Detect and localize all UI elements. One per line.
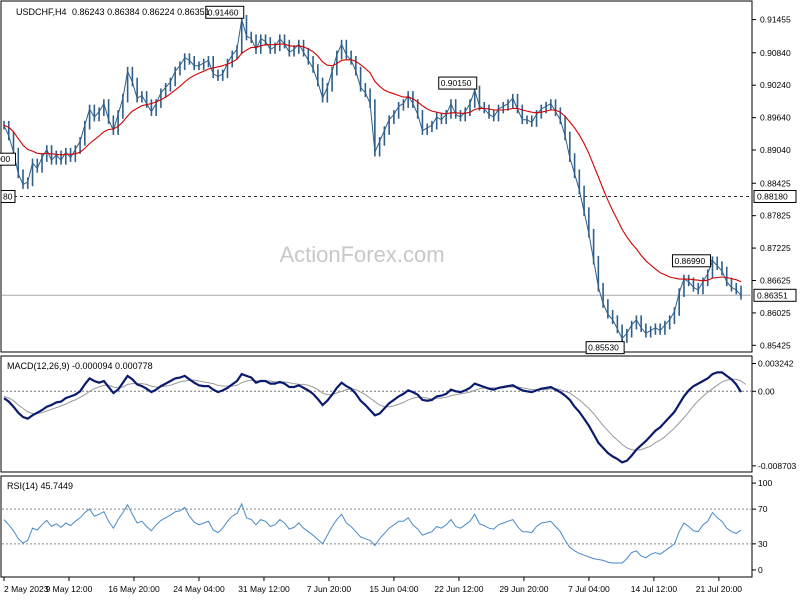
time-tick-label: 15 Jun 04:00: [369, 584, 418, 594]
annotation-label: 0.86990: [674, 256, 705, 266]
macd-series: [2, 371, 752, 464]
price-tick-label: 0.89040: [760, 145, 791, 155]
annotation-label: 0.90150: [441, 78, 472, 88]
watermark: ActionForex.com: [279, 242, 444, 267]
price-tick-label: 0.85425: [760, 340, 791, 350]
price-tick-label: 0.88425: [760, 178, 791, 188]
time-tick-label: 29 Jun 20:00: [499, 584, 548, 594]
time-tick-label: 24 May 04:00: [173, 584, 225, 594]
time-tick-label: 22 Jun 12:00: [434, 584, 483, 594]
price-close-line: [3, 19, 742, 340]
time-tick-label: 9 May 12:00: [46, 584, 93, 594]
last-price-label: 0.86351: [757, 290, 788, 300]
symbol-label: USDCHF,H4 0.86243 0.86384 0.86224 0.8635…: [16, 7, 210, 17]
price-tick-label: 0.86025: [760, 308, 791, 318]
rsi-tick-label: 30: [758, 539, 768, 549]
annotation-label: 0.91460: [208, 7, 239, 17]
macd-tick-label: 0.003242: [758, 358, 794, 368]
time-tick-label: 2 May 2023: [4, 584, 49, 594]
support-level-label: 0.88180: [757, 191, 788, 201]
time-axis-ticks: 2 May 20239 May 12:00 16 May 20:00 24 May …: [3, 577, 743, 594]
price-tick-label: 0.90240: [760, 80, 791, 90]
price-tick-label: 0.89640: [760, 113, 791, 123]
macd-tick-label: -0.008703: [758, 461, 797, 471]
price-series: [3, 14, 742, 343]
macd-label: MACD(12,26,9) -0.000094 0.000778: [7, 361, 153, 371]
rsi-label: RSI(14) 45.7449: [7, 481, 73, 491]
annotation-label: 0.89000: [0, 154, 11, 164]
annotation-label: 0.85530: [588, 343, 619, 353]
support-level-left-label: 80: [3, 191, 13, 201]
chart-canvas: ActionForex.com 0.91455 0.90840 0.90240 0.8…: [0, 0, 797, 594]
macd-tick-label: 0.00: [758, 386, 775, 396]
price-tick-label: 0.87825: [760, 211, 791, 221]
forex-chart: ActionForex.com 0.91455 0.90840 0.90240 0.8…: [0, 0, 800, 600]
time-tick-label: 7 Jul 04:00: [568, 584, 610, 594]
price-tick-label: 0.90840: [760, 48, 791, 58]
price-tick-label: 0.87225: [760, 243, 791, 253]
rsi-tick-label: 0: [758, 565, 763, 575]
price-panel-frame: [0, 0, 753, 353]
macd-axis-ticks: 0.003242 0.00 -0.008703: [752, 358, 797, 471]
price-tick-label: 0.91455: [760, 15, 791, 25]
rsi-line: [3, 502, 742, 564]
price-tick-label: 0.86625: [760, 275, 791, 285]
time-tick-label: 14 Jul 12:00: [631, 584, 678, 594]
rsi-series: [2, 502, 752, 564]
time-tick-label: 21 Jul 20:00: [696, 584, 743, 594]
rsi-tick-label: 70: [758, 504, 768, 514]
rsi-tick-label: 100: [758, 478, 772, 488]
rsi-panel-frame: [0, 475, 753, 578]
time-tick-label: 7 Jun 20:00: [307, 584, 352, 594]
rsi-axis-ticks: 100 70 30 0: [752, 478, 772, 575]
time-tick-label: 16 May 20:00: [108, 584, 160, 594]
time-tick-label: 31 May 12:00: [238, 584, 290, 594]
